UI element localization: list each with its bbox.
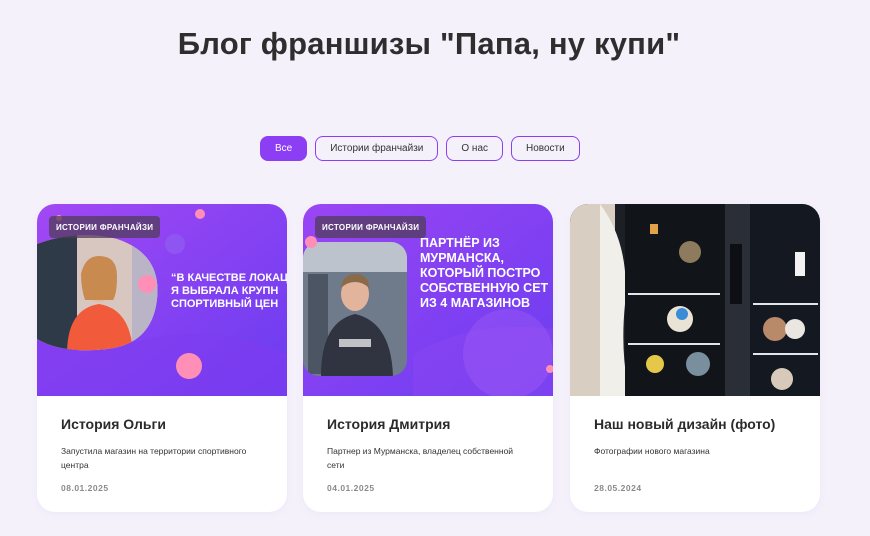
card-description: Фотографии нового магазина xyxy=(594,446,710,456)
card-image-caption: “В КАЧЕСТВЕ ЛОКАЦ Я ВЫБРАЛА КРУПН СПОРТИ… xyxy=(171,272,287,310)
card-image-caption: ПАРТНЁР ИЗ МУРМАНСКА, КОТОРЫЙ ПОСТРО СОБ… xyxy=(420,236,549,310)
card-image: “В КАЧЕСТВЕ ЛОКАЦ Я ВЫБРАЛА КРУПН СПОРТИ… xyxy=(37,204,287,396)
filter-news-button[interactable]: Новости xyxy=(511,136,580,161)
card-date: 28.05.2024 xyxy=(594,483,642,493)
card-date: 04.01.2025 xyxy=(327,483,375,493)
filter-all-button[interactable]: Все xyxy=(260,136,308,161)
category-badge: ИСТОРИИ ФРАНЧАЙЗИ xyxy=(315,216,427,238)
card-description: Запустила магазин на территории спортивн… xyxy=(61,446,247,470)
page-title: Блог франшизы "Папа, ну купи" xyxy=(177,26,681,61)
blog-card-olga[interactable]: “В КАЧЕСТВЕ ЛОКАЦ Я ВЫБРАЛА КРУПН СПОРТИ… xyxy=(37,204,287,512)
filter-about-button[interactable]: О нас xyxy=(446,136,504,161)
filter-bar: Все Истории франчайзи О нас Новости xyxy=(260,136,580,161)
card-title[interactable]: История Ольги xyxy=(61,416,166,432)
blog-card-new-design[interactable]: Наш новый дизайн (фото) Фотографии новог… xyxy=(570,204,820,512)
card-image: ПАРТНЁР ИЗ МУРМАНСКА, КОТОРЫЙ ПОСТРО СОБ… xyxy=(303,204,553,396)
card-description: Партнер из Мурманска, владелец собственн… xyxy=(327,446,514,470)
category-badge: ИСТОРИИ ФРАНЧАЙЗИ xyxy=(49,216,161,238)
card-date: 08.01.2025 xyxy=(61,483,109,493)
filter-franchisee-stories-button[interactable]: Истории франчайзи xyxy=(315,136,439,161)
card-title[interactable]: Наш новый дизайн (фото) xyxy=(594,416,775,432)
card-title[interactable]: История Дмитрия xyxy=(327,416,450,432)
card-image xyxy=(570,204,820,396)
blog-card-dmitry[interactable]: ПАРТНЁР ИЗ МУРМАНСКА, КОТОРЫЙ ПОСТРО СОБ… xyxy=(303,204,553,512)
